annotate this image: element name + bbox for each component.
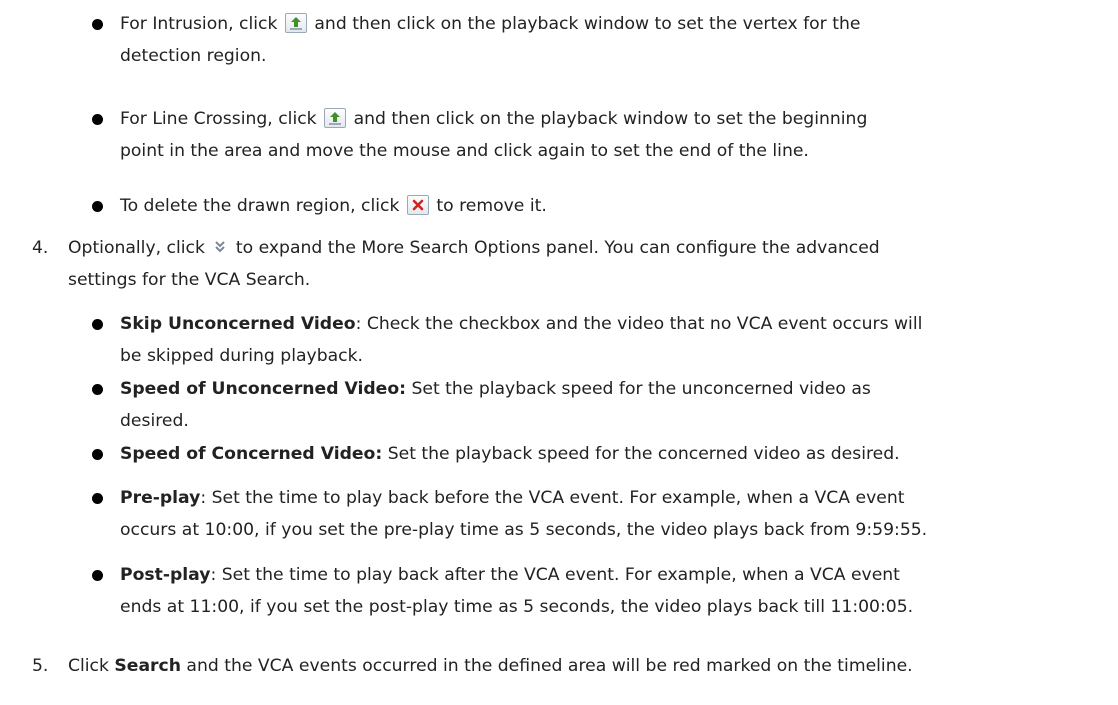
delete-icon <box>406 195 429 215</box>
intrusion-instruction: For Intrusion, click and then click on t… <box>120 8 1090 72</box>
add-vertex-icon <box>284 13 307 33</box>
line-crossing-text-a: For Line Crossing, click <box>120 109 317 129</box>
option-desc: : Set the time to play back before the V… <box>200 488 905 508</box>
option-title: Skip Unconcerned Video <box>120 314 356 334</box>
bullet-marker <box>92 319 103 330</box>
option-desc: : Check the checkbox and the video that … <box>355 314 923 334</box>
option-post-play: Post-play: Set the time to play back aft… <box>120 559 1090 623</box>
bullet-marker <box>92 449 103 460</box>
step5-text-b: and the VCA events occurred in the defin… <box>180 656 913 676</box>
option-desc: Set the playback speed for the unconcern… <box>406 379 871 399</box>
delete-text-a: To delete the drawn region, click <box>120 196 400 216</box>
step-number: 4. <box>32 238 49 258</box>
bullet-marker <box>92 493 103 504</box>
delete-text-b: to remove it. <box>436 196 547 216</box>
search-label: Search <box>114 656 181 676</box>
step5-instruction: Click Search and the VCA events occurred… <box>68 650 1108 682</box>
option-speed-concerned: Speed of Concerned Video: Set the playba… <box>120 438 1090 470</box>
bullet-marker <box>92 570 103 581</box>
option-desc-line2: be skipped during playback. <box>120 346 364 366</box>
intrusion-text-a: For Intrusion, click <box>120 14 278 34</box>
step4-instruction: Optionally, click to expand the More Sea… <box>68 232 1090 296</box>
option-title: Pre-play <box>120 488 201 508</box>
intrusion-text-line2: detection region. <box>120 46 267 66</box>
line-crossing-text-b: and then click on the playback window to… <box>353 109 868 129</box>
bullet-marker <box>92 384 103 395</box>
add-vertex-icon <box>324 108 347 128</box>
expand-down-icon <box>212 239 228 255</box>
step4-text-a: Optionally, click <box>68 238 205 258</box>
bullet-marker <box>92 19 103 30</box>
option-desc-line2: occurs at 10:00, if you set the pre-play… <box>120 520 928 540</box>
step-number: 5. <box>32 656 49 676</box>
manual-page: For Intrusion, click and then click on t… <box>0 0 1118 705</box>
option-desc: Set the playback speed for the concerned… <box>382 444 900 464</box>
step4-text-b: to expand the More Search Options panel.… <box>235 238 880 258</box>
line-crossing-text-line2: point in the area and move the mouse and… <box>120 141 809 161</box>
option-title: Speed of Unconcerned Video: <box>120 379 407 399</box>
step4-text-line2: settings for the VCA Search. <box>68 270 311 290</box>
option-title: Post-play <box>120 565 211 585</box>
option-desc-line2: ends at 11:00, if you set the post-play … <box>120 597 914 617</box>
option-title: Speed of Concerned Video: <box>120 444 383 464</box>
line-crossing-instruction: For Line Crossing, click and then click … <box>120 103 1090 167</box>
option-speed-unconcerned: Speed of Unconcerned Video: Set the play… <box>120 373 1090 437</box>
option-skip-unconcerned: Skip Unconcerned Video: Check the checkb… <box>120 308 1090 372</box>
option-desc: : Set the time to play back after the VC… <box>210 565 900 585</box>
delete-region-instruction: To delete the drawn region, click to rem… <box>120 190 1090 222</box>
option-desc-line2: desired. <box>120 411 189 431</box>
intrusion-text-b: and then click on the playback window to… <box>314 14 861 34</box>
bullet-marker <box>92 201 103 212</box>
option-pre-play: Pre-play: Set the time to play back befo… <box>120 482 1090 546</box>
step5-text-a: Click <box>68 656 115 676</box>
bullet-marker <box>92 114 103 125</box>
